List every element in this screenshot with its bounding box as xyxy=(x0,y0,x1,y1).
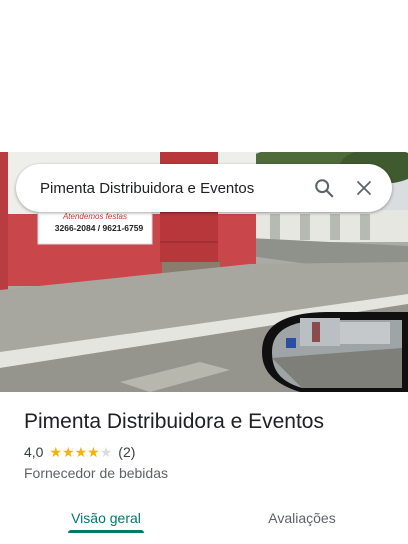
review-count: (2) xyxy=(118,444,136,460)
star-full-icon: ★ xyxy=(87,444,100,460)
search-icon[interactable] xyxy=(304,168,344,208)
tab-overview[interactable]: Visão geral xyxy=(24,496,188,540)
top-blank-area xyxy=(0,0,408,152)
place-title: Pimenta Distribuidora e Eventos xyxy=(24,410,324,433)
sign-text-line1: Atendemos festas xyxy=(62,212,127,221)
active-tab-indicator xyxy=(68,530,144,533)
search-input[interactable]: Pimenta Distribuidora e Eventos xyxy=(16,180,304,197)
rating-row[interactable]: 4,0 ★ ★ ★ ★ ★ (2) xyxy=(24,444,135,460)
place-category: Fornecedor de bebidas xyxy=(24,465,168,481)
tab-reviews[interactable]: Avaliações xyxy=(220,496,384,540)
star-empty-icon: ★ xyxy=(99,444,113,460)
sign-text-line2: 3266-2084 / 9621-6759 xyxy=(55,223,144,233)
star-rating: ★ ★ ★ ★ ★ xyxy=(49,445,112,459)
rating-value: 4,0 xyxy=(24,444,44,460)
close-icon[interactable] xyxy=(344,168,384,208)
star-full-icon: ★ xyxy=(62,444,75,460)
star-full-icon: ★ xyxy=(49,444,63,460)
search-bar[interactable]: Pimenta Distribuidora e Eventos xyxy=(16,164,392,212)
tab-bar: Visão geral Avaliações xyxy=(0,496,408,544)
star-full-icon: ★ xyxy=(74,444,88,460)
